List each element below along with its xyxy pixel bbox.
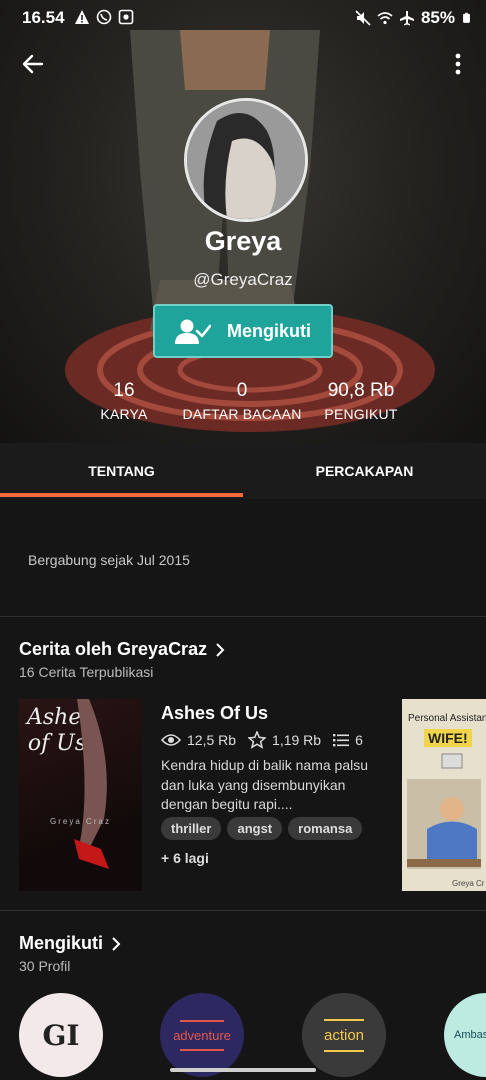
tag-chip[interactable]: romansa <box>288 817 363 840</box>
stories-section-title: Cerita oleh GreyaCraz <box>19 639 208 659</box>
story-stats: 12,5 Rb 1,19 Rb 6 <box>161 731 363 749</box>
following-section-header[interactable]: Mengikuti <box>19 933 121 954</box>
cover2-author-text: Greya Cr <box>452 879 485 888</box>
whatsapp-icon <box>96 9 112 25</box>
status-bar: 16.54 85% <box>0 0 486 36</box>
wifi-icon <box>377 12 393 25</box>
stat-reading-lists-value: 0 <box>236 380 248 401</box>
profile-username: @GreyaCraz <box>193 270 293 289</box>
home-indicator[interactable] <box>170 1068 316 1072</box>
status-time: 16.54 <box>22 8 65 27</box>
back-button[interactable] <box>15 46 51 82</box>
active-tab-indicator <box>0 493 243 497</box>
eye-icon <box>161 734 181 746</box>
cover2-illustration <box>407 753 481 869</box>
warning-icon <box>75 10 89 24</box>
avatar <box>184 98 308 222</box>
tab-conversations[interactable]: PERCAKAPAN <box>243 443 486 499</box>
profile-name: Greya <box>204 226 282 256</box>
stat-followers[interactable]: 90,8 Rb PENGIKUT <box>318 380 404 422</box>
story-tags: thriller angst romansa <box>161 817 363 840</box>
avatar-photo <box>187 101 305 219</box>
more-tags[interactable]: + 6 lagi <box>161 850 209 866</box>
stat-reading-lists-label: DAFTAR BACAAN <box>182 406 302 422</box>
stories-count: 16 Cerita Terpublikasi <box>19 664 154 680</box>
more-options-button[interactable] <box>440 46 476 82</box>
battery-icon <box>463 12 470 23</box>
followed-profile-avatar[interactable]: adventure <box>160 993 244 1077</box>
story-cover-personal-assistant[interactable]: Personal Assistant WIFE! Greya Cr <box>402 699 486 891</box>
cover-author-text: Greya Craz <box>50 817 111 826</box>
stat-followers-value: 90,8 Rb <box>327 380 395 401</box>
more-vertical-icon <box>455 53 461 75</box>
user-check-icon <box>175 319 211 344</box>
following-button[interactable]: Mengikuti <box>153 304 333 358</box>
followed-profile-label: action <box>323 1026 365 1044</box>
joined-date: Bergabung sejak Jul 2015 <box>28 552 190 568</box>
followed-profile-avatar[interactable]: GI <box>19 993 103 1077</box>
profile-tabs: TENTANG PERCAKAPAN <box>0 443 486 499</box>
cover-illustration <box>74 699 109 869</box>
mute-icon <box>355 10 371 26</box>
chevron-right-icon <box>216 642 225 657</box>
section-divider <box>0 616 486 617</box>
list-icon <box>333 734 350 747</box>
stat-reading-lists[interactable]: 0 DAFTAR BACAAN <box>182 380 302 422</box>
stories-section-header[interactable]: Cerita oleh GreyaCraz <box>19 639 225 660</box>
story-reads: 12,5 Rb <box>187 732 237 748</box>
story-description: Kendra hidup di balik nama palsu dan luk… <box>161 757 369 812</box>
tag-chip[interactable]: angst <box>227 817 283 840</box>
stat-works-value: 16 <box>113 380 135 401</box>
following-button-label: Mengikuti <box>227 320 311 341</box>
following-count: 30 Profil <box>19 958 71 974</box>
story-cover-ashes-of-us[interactable]: Ashes of Us Greya Craz <box>19 699 142 891</box>
battery-percent: 85% <box>420 8 455 27</box>
app-icon <box>118 9 134 25</box>
arrow-left-icon <box>22 54 44 74</box>
airplane-icon <box>399 11 414 26</box>
chevron-right-icon <box>112 936 121 951</box>
tag-chip[interactable]: thriller <box>161 817 222 840</box>
stat-followers-label: PENGIKUT <box>324 406 398 422</box>
section-divider <box>0 910 486 911</box>
story-parts: 6 <box>355 732 363 748</box>
story-title[interactable]: Ashes Of Us <box>161 703 268 724</box>
followed-profile-avatar[interactable]: action <box>302 993 386 1077</box>
followed-profile-label: adventure <box>173 1027 231 1043</box>
followed-profile-avatar[interactable]: Ambas <box>444 993 486 1077</box>
star-icon <box>248 731 267 749</box>
following-section-title: Mengikuti <box>19 933 103 953</box>
tab-about[interactable]: TENTANG <box>0 443 243 499</box>
story-votes: 1,19 Rb <box>272 732 322 748</box>
stat-works-label: KARYA <box>100 406 148 422</box>
stat-works[interactable]: 16 KARYA <box>92 380 156 422</box>
